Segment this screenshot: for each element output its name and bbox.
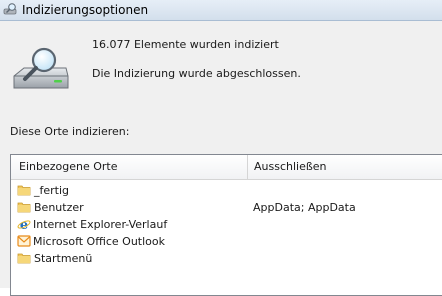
list-item[interactable]: Microsoft Office Outlook <box>11 233 441 250</box>
folder-icon <box>17 185 31 196</box>
column-header-included[interactable]: Einbezogene Orte <box>19 160 117 173</box>
column-header-excluded[interactable]: Ausschließen <box>254 160 327 173</box>
location-name: Benutzer <box>34 201 84 214</box>
location-name: Microsoft Office Outlook <box>33 235 165 248</box>
excluded-value: AppData; AppData <box>253 201 356 214</box>
svg-text:e: e <box>20 218 28 231</box>
list-item[interactable]: _fertig <box>11 182 441 199</box>
list-header: Einbezogene Orte Ausschließen <box>11 155 442 180</box>
location-name: Internet Explorer-Verlauf <box>33 218 168 231</box>
window-title: Indizierungsoptionen <box>22 3 149 17</box>
drive-search-icon <box>13 47 69 89</box>
outlook-icon <box>17 235 31 247</box>
location-name: Startmenü <box>34 252 93 265</box>
locations-label: Diese Orte indizieren: <box>10 125 130 138</box>
folder-icon <box>17 253 31 264</box>
location-name: _fertig <box>34 184 70 197</box>
folder-icon <box>17 202 31 213</box>
column-separator[interactable] <box>247 155 248 179</box>
internet-explorer-icon: e <box>17 218 31 231</box>
list-item[interactable]: e Internet Explorer-Verlauf <box>11 216 441 233</box>
indexing-options-icon <box>3 3 17 15</box>
list-item[interactable]: Benutzer AppData; AppData <box>11 199 441 216</box>
locations-list[interactable]: Einbezogene Orte Ausschließen _fertig Be… <box>10 154 442 296</box>
title-bar: Indizierungsoptionen <box>0 0 442 21</box>
list-item[interactable]: Startmenü <box>11 250 441 267</box>
indexed-count-text: 16.077 Elemente wurden indiziert <box>92 38 279 51</box>
indexing-status-text: Die Indizierung wurde abgeschlossen. <box>92 67 301 80</box>
